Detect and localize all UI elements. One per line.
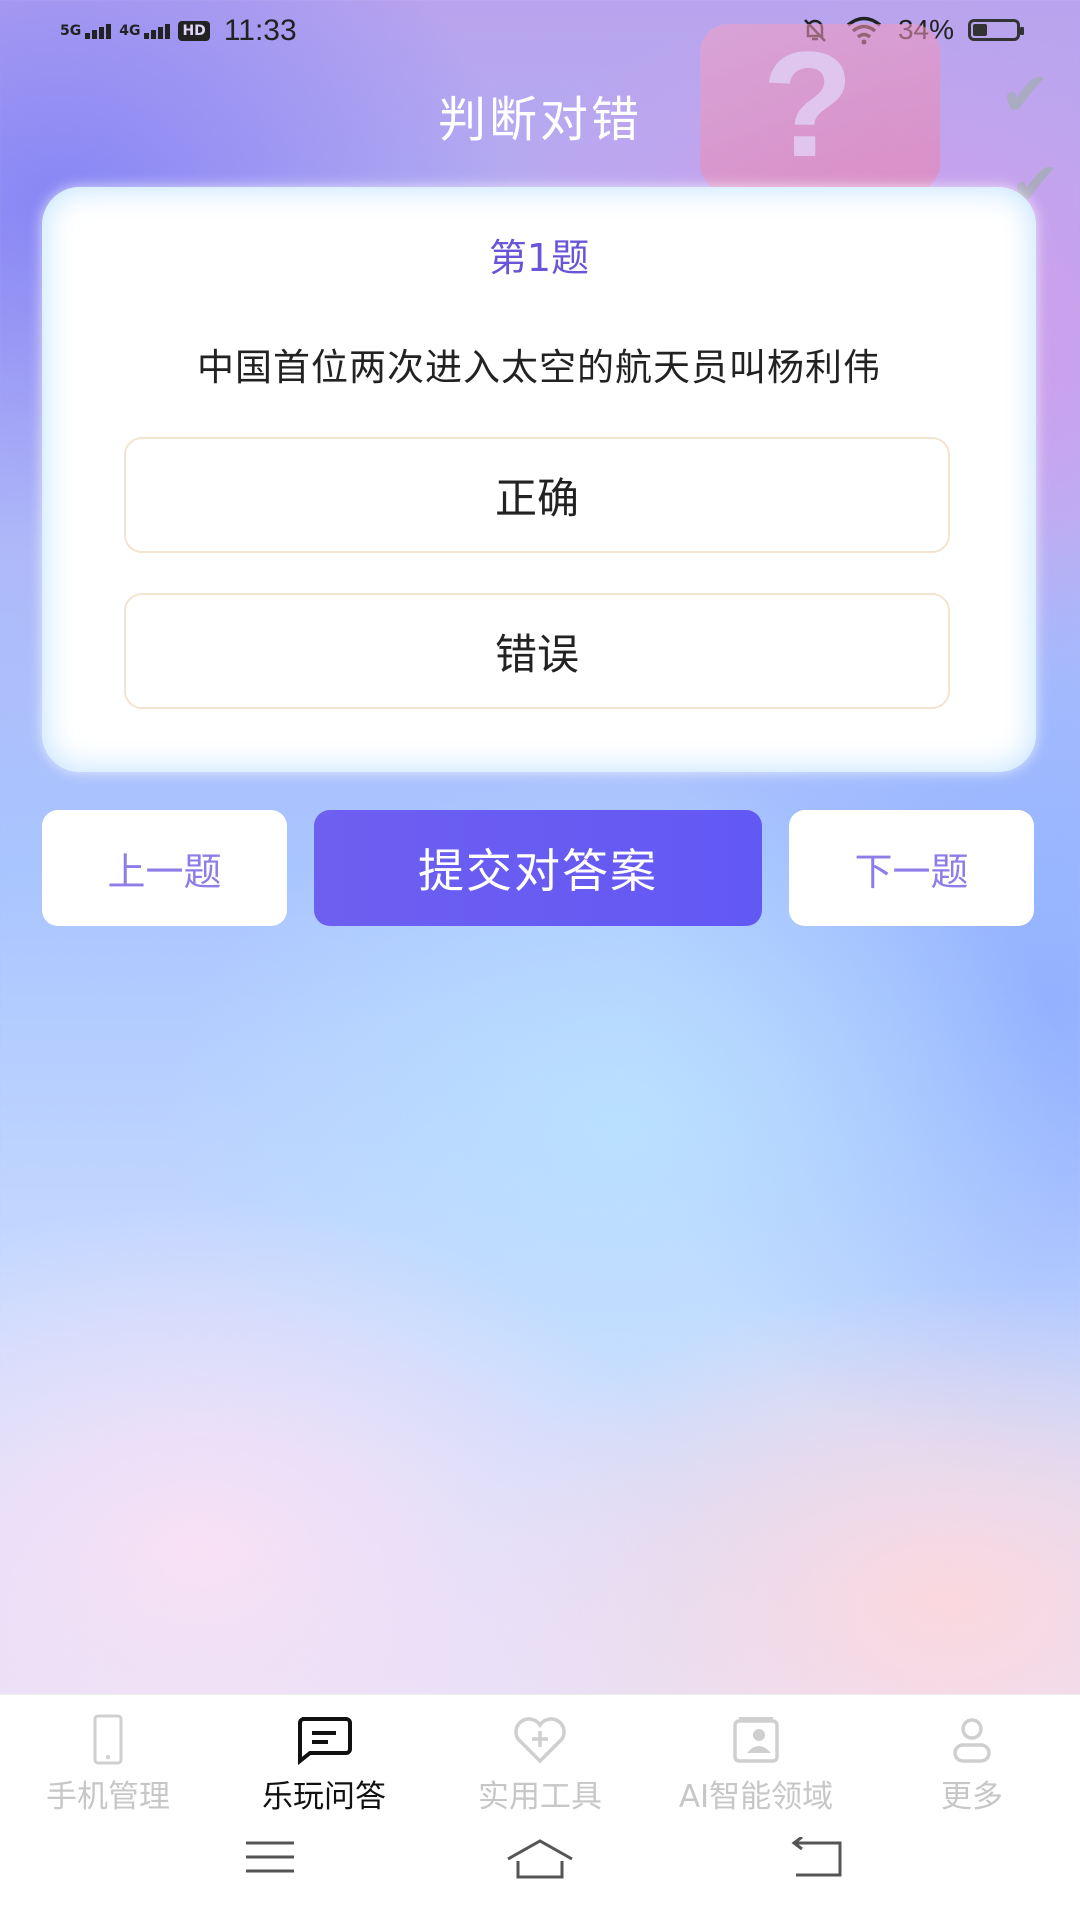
tab-quiz[interactable]: 乐玩问答 (216, 1713, 432, 1815)
heart-plus-icon (514, 1717, 566, 1764)
person-icon (953, 1718, 991, 1763)
next-question-button[interactable]: 下一题 (789, 810, 1034, 926)
tab-phone-manage[interactable]: 手机管理 (0, 1713, 216, 1815)
tab-more[interactable]: 更多 (864, 1713, 1080, 1815)
tab-tools[interactable]: 实用工具 (432, 1713, 648, 1815)
question-text: 中国首位两次进入太空的航天员叫杨利伟 (197, 346, 881, 389)
system-navigation-bar (0, 1837, 1080, 1897)
tab-label: 手机管理 (46, 1779, 170, 1815)
question-card: 第1题 中国首位两次进入太空的航天员叫杨利伟 正确 错误 (42, 187, 1036, 772)
clock: 11:33 (223, 14, 297, 47)
cellular-signal-2-icon: 4G (119, 23, 171, 39)
tab-label: 更多 (941, 1779, 1003, 1815)
tab-label: 实用工具 (478, 1779, 602, 1815)
battery-fill (973, 24, 987, 36)
prev-question-button[interactable]: 上一题 (42, 810, 287, 926)
submit-answer-button[interactable]: 提交对答案 (314, 810, 762, 926)
battery-icon (968, 19, 1024, 41)
tab-ai[interactable]: AI智能领域 (648, 1713, 864, 1815)
question-number: 第1题 (488, 236, 590, 280)
page-title: 判断对错 (437, 92, 642, 148)
phone-icon (93, 1714, 123, 1765)
chat-icon (298, 1717, 352, 1766)
option-true-button[interactable]: 正确 (124, 437, 950, 553)
tab-label: AI智能领域 (678, 1779, 834, 1815)
cellular-signal-icon: 5G (60, 23, 112, 39)
tab-label: 乐玩问答 (262, 1779, 386, 1815)
network-type-5g: 5G (60, 23, 82, 39)
ai-card-icon (733, 1717, 779, 1763)
hd-voice-icon: HD (178, 21, 210, 41)
home-icon[interactable] (504, 1837, 576, 1881)
bottom-tab-bar: 手机管理 乐玩问答 实用工具 AI智能领域 更多 (0, 1694, 1080, 1921)
network-type-4g: 4G (119, 23, 141, 39)
menu-icon[interactable] (244, 1837, 296, 1877)
status-left: 5G 4G HD 11:33 (60, 14, 297, 48)
back-icon[interactable] (790, 1837, 846, 1881)
option-false-button[interactable]: 错误 (124, 593, 950, 709)
